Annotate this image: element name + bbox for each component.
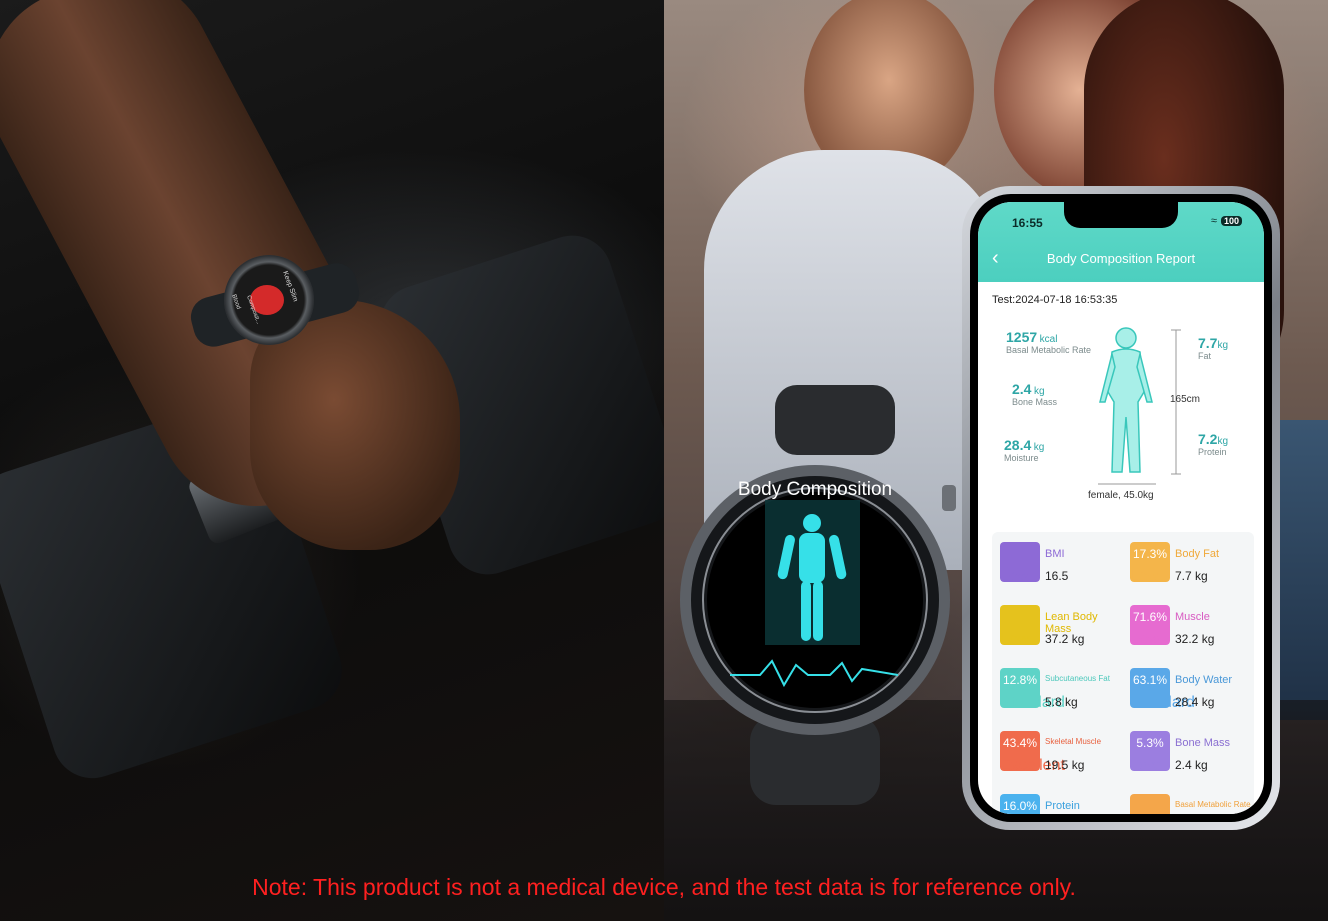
- metric-moisture: 28.4 kg Moisture: [1004, 437, 1045, 463]
- metric-value: 28.4 kg: [1175, 695, 1215, 709]
- test-timestamp: Test:2024-07-18 16:53:35: [992, 294, 1118, 306]
- metric-fat: 7.7kg Fat: [1198, 335, 1229, 361]
- metric-level: Low: [1130, 631, 1160, 648]
- metric-card[interactable]: Basal Metabolic Rate: [1130, 794, 1256, 814]
- metric-value: 32.2 kg: [1175, 632, 1215, 646]
- metric-value: 37.2 kg: [1045, 632, 1085, 646]
- nav-bar: ‹ Body Composition Report: [978, 246, 1264, 276]
- metric-title: Muscle: [1175, 611, 1210, 623]
- small-watch: Keep Slim Blood Composit...: [186, 245, 364, 375]
- metric-level: Standard: [1000, 694, 1065, 711]
- small-watch-text-2: Blood: [230, 293, 242, 311]
- body-figure: [1098, 327, 1181, 485]
- metric-level: Excellent: [1000, 757, 1065, 774]
- status-icons: ≈ 100: [1211, 215, 1242, 227]
- phone-screen: 16:55 ≈ 100 ‹ Body Composition Report Te…: [978, 202, 1264, 814]
- metric-value: 2.4 kg: [1175, 758, 1208, 772]
- watch-title: Body Composition: [738, 479, 892, 500]
- metric-card[interactable]: 16.0% Protein: [1000, 794, 1126, 814]
- metric-title: Subcutaneous Fat: [1045, 674, 1110, 683]
- metric-title: BMI: [1045, 548, 1065, 560]
- metric-protein: 7.2kg Protein: [1198, 431, 1229, 457]
- status-time: 16:55: [1012, 216, 1043, 230]
- metric-level: Low: [1130, 757, 1160, 774]
- metric-card[interactable]: Low Lean Body Mass 37.2 kg: [1000, 605, 1126, 661]
- watch-strap-top: [775, 385, 895, 455]
- metric-level: Standard: [1130, 694, 1195, 711]
- large-watch: Body Composition: [680, 385, 956, 805]
- height-label: 165cm: [1170, 394, 1201, 405]
- small-watch-face: Keep Slim Blood Composit...: [224, 255, 314, 345]
- metric-badge: 16.0%: [1000, 794, 1040, 814]
- metric-card[interactable]: 63.1% Standard Body Water 28.4 kg: [1130, 668, 1256, 724]
- disclaimer-note: Note: This product is not a medical devi…: [252, 874, 1076, 900]
- wifi-icon: ≈: [1210, 215, 1217, 227]
- metric-title: Bone Mass: [1175, 737, 1231, 749]
- metric-level: Low: [1000, 568, 1030, 585]
- watch-crown: [942, 485, 956, 511]
- metrics-grid: Low BMI 16.5 17.3% Low Body Fat 7.7 kg Low Lean …: [992, 532, 1254, 814]
- metric-value: 7.7 kg: [1175, 569, 1208, 583]
- notch: [1064, 202, 1178, 228]
- metric-card[interactable]: 43.4% Excellent Skeletal Muscle 19.5 kg: [1000, 731, 1126, 787]
- metric-title: Body Fat: [1175, 548, 1220, 560]
- gym-photo: Keep Slim Blood Composit...: [0, 0, 664, 921]
- female-figure-icon: [1099, 327, 1153, 473]
- metric-value: 5.8 kg: [1045, 695, 1078, 709]
- metric-level: Low: [1130, 568, 1160, 585]
- metric-title: Body Water: [1175, 674, 1233, 686]
- metric-title: Protein: [1045, 800, 1080, 812]
- metric-card[interactable]: 71.6% Low Muscle 32.2 kg: [1130, 605, 1256, 661]
- metric-badge: [1130, 794, 1170, 814]
- page-title: Body Composition Report: [1046, 251, 1196, 266]
- battery-icon: 100: [1220, 216, 1242, 226]
- metric-bone: 2.4 kg Bone Mass: [1012, 381, 1058, 407]
- metric-level: Low: [1000, 631, 1030, 648]
- metric-card[interactable]: 5.3% Low Bone Mass 2.4 kg: [1130, 731, 1256, 787]
- metric-bmr: 1257 kcal Basal Metabolic Rate: [1006, 329, 1092, 355]
- metric-title: Basal Metabolic Rate: [1175, 800, 1251, 809]
- metric-card[interactable]: 17.3% Low Body Fat 7.7 kg: [1130, 542, 1256, 598]
- metric-value: 16.5: [1045, 569, 1069, 583]
- profile-label: female, 45.0kg: [1088, 490, 1154, 501]
- metric-card[interactable]: 12.8% Standard Subcutaneous Fat 5.8 kg: [1000, 668, 1126, 724]
- metric-title: Skeletal Muscle: [1045, 737, 1102, 746]
- smartphone: 16:55 ≈ 100 ‹ Body Composition Report Te…: [962, 186, 1280, 830]
- metric-value: 19.5 kg: [1045, 758, 1085, 772]
- phone-bezel: 16:55 ≈ 100 ‹ Body Composition Report Te…: [970, 194, 1272, 822]
- metric-card[interactable]: Low BMI 16.5: [1000, 542, 1126, 598]
